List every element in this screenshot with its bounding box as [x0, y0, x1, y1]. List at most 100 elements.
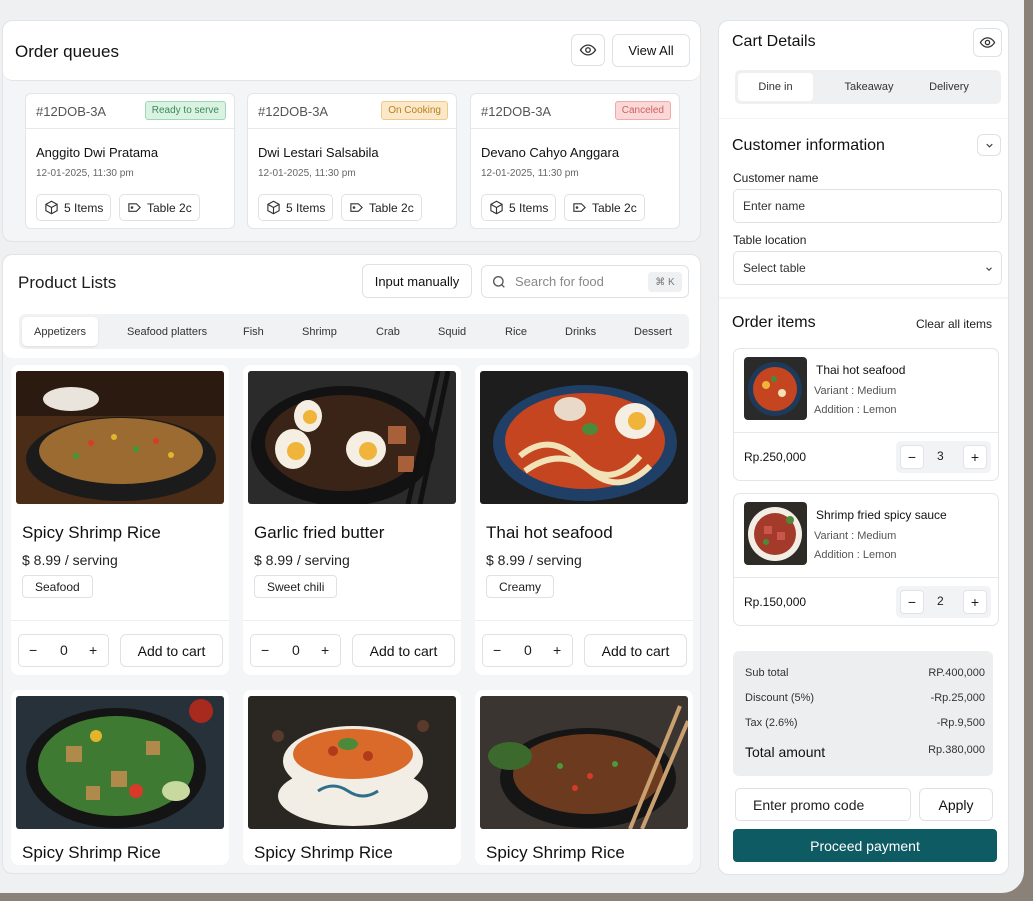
product-tag: Sweet chili	[254, 575, 338, 598]
items-count: 5 Items	[509, 200, 549, 215]
item-addition: Addition : Lemon	[814, 549, 897, 561]
minus-button[interactable]: −	[900, 445, 924, 469]
divider	[471, 128, 679, 129]
add-to-cart-button[interactable]: Add to cart	[120, 634, 223, 667]
status-badge: Canceled	[614, 101, 671, 120]
order-queues-header: Order queues View All	[3, 21, 700, 81]
item-name: Thai hot seafood	[816, 363, 906, 377]
box-icon	[267, 200, 280, 215]
subtotal-label: Sub total	[745, 667, 789, 679]
view-all-button[interactable]: View All	[612, 34, 690, 67]
plus-icon[interactable]: +	[553, 642, 561, 658]
items-chip: 5 Items	[258, 194, 334, 221]
order-date: 12-01-2025, 11:30 pm	[258, 168, 356, 179]
order-code: #12DOB-3A	[481, 104, 552, 119]
discount-label: Discount (5%)	[745, 692, 815, 704]
collapse-button[interactable]	[977, 134, 1001, 156]
order-card[interactable]: #12DOB-3A Canceled Devano Cahyo Anggara …	[470, 93, 680, 229]
box-icon	[490, 200, 503, 215]
plus-icon[interactable]: +	[89, 642, 97, 658]
product-price: $ 8.99 / serving	[22, 552, 118, 568]
add-to-cart-button[interactable]: Add to cart	[584, 634, 687, 667]
items-chip: 5 Items	[481, 194, 557, 221]
order-items-section: Order items Clear all items Thai hot sea…	[719, 299, 1008, 874]
total-row: Total amount Rp.380,000	[745, 744, 985, 760]
table-select[interactable]: Select table	[733, 251, 1002, 285]
cart-header: Cart Details Dine in Takeaway Delivery	[719, 21, 1008, 118]
quantity-value: 3	[937, 449, 944, 463]
tab-appetizers[interactable]: Appetizers	[22, 317, 98, 346]
minus-icon[interactable]: −	[261, 642, 269, 658]
customer-information-section: Customer information Customer name Enter…	[719, 119, 1008, 297]
total-label: Total amount	[745, 744, 826, 760]
product-card[interactable]: Thai hot seafood $ 8.99 / serving Creamy…	[475, 365, 693, 675]
promo-code-input[interactable]: Enter promo code	[735, 788, 911, 821]
product-name: Thai hot seafood	[486, 523, 613, 542]
order-card[interactable]: #12DOB-3A On Cooking Dwi Lestari Salsabi…	[247, 93, 457, 229]
plus-button[interactable]: +	[963, 590, 987, 614]
divider	[248, 128, 456, 129]
shortcut-hint: ⌘ K	[648, 272, 682, 292]
product-card[interactable]: Spicy Shrimp Rice $ 8.99 / serving Seafo…	[11, 365, 229, 675]
customer-name-label: Customer name	[733, 171, 819, 185]
eye-button[interactable]	[571, 34, 605, 66]
subtotal-row: Sub total RP.400,000	[745, 667, 985, 679]
tab-rice[interactable]: Rice	[505, 314, 527, 349]
tab-drinks[interactable]: Drinks	[565, 314, 596, 349]
product-card[interactable]: Spicy Shrimp Rice	[475, 690, 693, 865]
minus-button[interactable]: −	[900, 590, 924, 614]
tab-shrimp[interactable]: Shrimp	[302, 314, 337, 349]
product-lists-panel: Product Lists Input manually Search for …	[2, 254, 701, 874]
tab-seafood-platters[interactable]: Seafood platters	[127, 314, 207, 349]
apply-button[interactable]: Apply	[919, 788, 993, 821]
quantity-value: 0	[60, 642, 68, 658]
tab-takeaway[interactable]: Takeaway	[831, 70, 907, 104]
product-name: Spicy Shrimp Rice	[254, 843, 393, 862]
quantity-stepper[interactable]: − 0 +	[250, 634, 341, 667]
tab-fish[interactable]: Fish	[243, 314, 264, 349]
total-value: Rp.380,000	[928, 744, 985, 756]
search-input[interactable]: Search for food ⌘ K	[481, 265, 689, 298]
input-manually-button[interactable]: Input manually	[362, 264, 472, 298]
product-card[interactable]: Garlic fried butter $ 8.99 / serving Swe…	[243, 365, 461, 675]
plus-icon[interactable]: +	[321, 642, 329, 658]
product-name: Garlic fried butter	[254, 523, 385, 542]
product-actions: − 0 + Add to cart	[475, 620, 693, 675]
tab-dessert[interactable]: Dessert	[634, 314, 672, 349]
customer-name-input[interactable]: Enter name	[733, 189, 1002, 223]
table-chip: Table 2c	[341, 194, 422, 221]
food-image	[16, 696, 224, 829]
product-tag: Creamy	[486, 575, 555, 598]
product-price: $ 8.99 / serving	[254, 552, 350, 568]
add-to-cart-button[interactable]: Add to cart	[352, 634, 455, 667]
order-card[interactable]: #12DOB-3A Ready to serve Anggito Dwi Pra…	[25, 93, 235, 229]
quantity-stepper[interactable]: − 0 +	[18, 634, 109, 667]
tab-delivery[interactable]: Delivery	[911, 70, 987, 104]
minus-icon[interactable]: −	[493, 642, 501, 658]
clear-all-link[interactable]: Clear all items	[916, 317, 992, 331]
proceed-payment-button[interactable]: Proceed payment	[733, 829, 997, 862]
item-variant: Variant : Medium	[814, 530, 897, 542]
tax-value: -Rp.9,500	[936, 717, 985, 729]
plus-button[interactable]: +	[963, 445, 987, 469]
search-icon	[493, 275, 505, 288]
product-name: Spicy Shrimp Rice	[486, 843, 625, 862]
quantity-value: 2	[937, 594, 944, 608]
order-queues-title: Order queues	[15, 42, 119, 61]
product-card[interactable]: Spicy Shrimp Rice	[243, 690, 461, 865]
tab-dine-in[interactable]: Dine in	[738, 73, 813, 101]
item-name: Shrimp fried spicy sauce	[816, 508, 947, 522]
table-chip: Table 2c	[564, 194, 645, 221]
table-label: Table 2c	[369, 200, 414, 215]
order-summary: Sub total RP.400,000 Discount (5%) -Rp.2…	[733, 651, 993, 776]
eye-button[interactable]	[973, 28, 1002, 57]
minus-icon[interactable]: −	[29, 642, 37, 658]
tab-crab[interactable]: Crab	[376, 314, 400, 349]
tab-squid[interactable]: Squid	[438, 314, 466, 349]
quantity-value: 0	[524, 642, 532, 658]
quantity-stepper[interactable]: − 0 +	[482, 634, 573, 667]
customer-name: Devano Cahyo Anggara	[481, 145, 620, 160]
box-icon	[45, 200, 58, 215]
product-card[interactable]: Spicy Shrimp Rice	[11, 690, 229, 865]
customer-information-title: Customer information	[732, 137, 885, 154]
